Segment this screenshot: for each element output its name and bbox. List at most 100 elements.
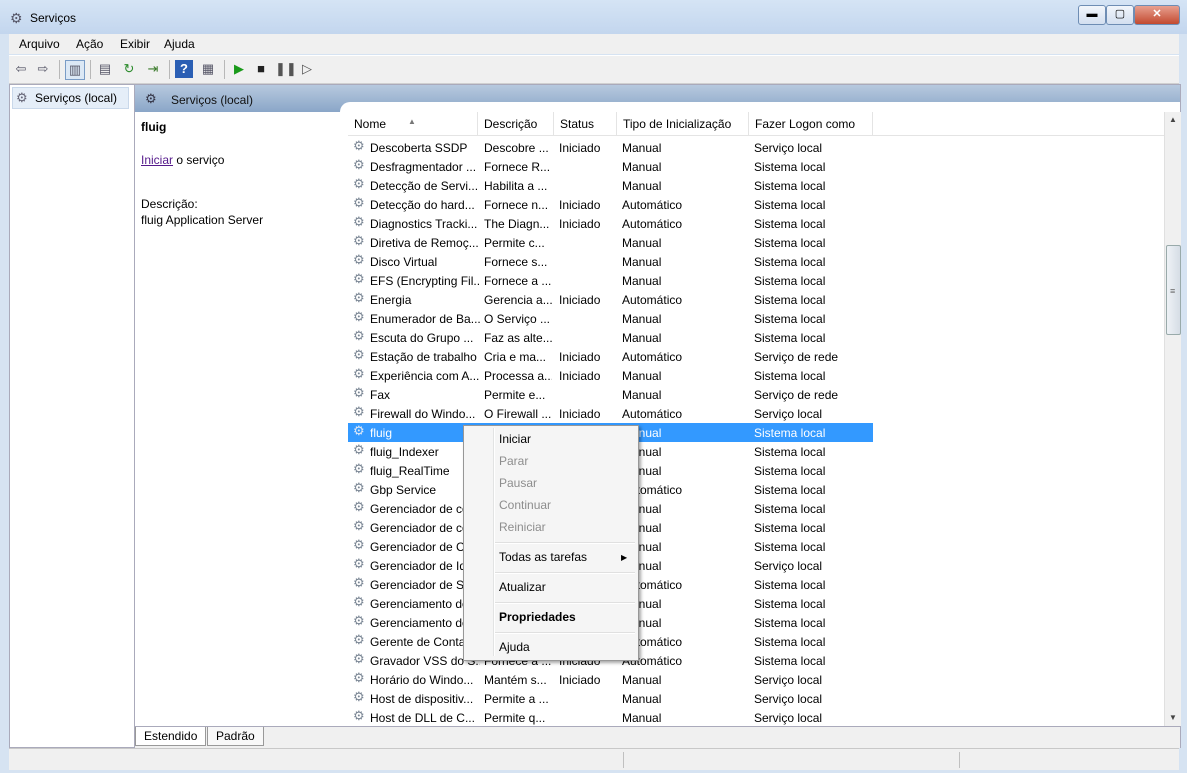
toolbar-separator bbox=[169, 60, 170, 79]
service-row[interactable]: ⚙ Enumerador de Ba... O Serviço ... Manual S… bbox=[348, 309, 873, 328]
context-all-tasks[interactable]: Todas as tarefas bbox=[499, 547, 587, 567]
context-refresh[interactable]: Atualizar bbox=[499, 577, 546, 597]
service-row[interactable]: ⚙ Desfragmentador ... Fornece R... Manual Si… bbox=[348, 157, 873, 176]
console-view-icon[interactable]: ▦ bbox=[199, 60, 217, 78]
service-startup-type: Automático bbox=[622, 578, 683, 592]
show-hide-console-tree-icon[interactable]: ▥ bbox=[65, 60, 85, 80]
service-logon: Sistema local bbox=[754, 236, 826, 250]
service-logon: Sistema local bbox=[754, 597, 826, 611]
service-name: Fax bbox=[370, 388, 391, 402]
service-row[interactable]: ⚙ EFS (Encrypting Fil... Fornece a ... Manu… bbox=[348, 271, 873, 290]
context-stop: Parar bbox=[499, 454, 529, 468]
service-gear-icon: ⚙ bbox=[353, 176, 365, 191]
service-logon: Serviço local bbox=[754, 407, 823, 421]
service-row[interactable]: ⚙ Firewall do Windo... O Firewall ... Inici… bbox=[348, 404, 873, 423]
service-gear-icon: ⚙ bbox=[353, 233, 365, 248]
refresh-icon[interactable]: ↻ bbox=[120, 60, 138, 78]
service-description: Processa a... bbox=[484, 369, 552, 383]
service-name: Energia bbox=[370, 293, 412, 307]
services-gear-icon: ⚙ bbox=[145, 91, 157, 106]
service-logon: Sistema local bbox=[754, 540, 826, 554]
service-description: Gerencia a... bbox=[484, 293, 552, 307]
service-logon: Serviço local bbox=[754, 559, 823, 573]
service-startup-type: Automático bbox=[622, 293, 683, 307]
service-name: Host de dispositiv... bbox=[370, 692, 474, 706]
service-gear-icon: ⚙ bbox=[353, 404, 365, 419]
service-gear-icon: ⚙ bbox=[353, 708, 365, 723]
column-header-logon[interactable]: Fazer Logon como bbox=[749, 112, 873, 135]
service-row[interactable]: ⚙ Host de DLL de C... Permite q... Manual Se… bbox=[348, 708, 873, 726]
service-row[interactable]: ⚙ Descoberta SSDP Descobre ... Iniciado Manu… bbox=[348, 138, 873, 157]
maximize-button[interactable]: ▢ bbox=[1106, 5, 1134, 25]
menu-arquivo[interactable]: Arquivo bbox=[19, 37, 60, 51]
service-row[interactable]: ⚙ Experiência com A... Processa a... Inicia… bbox=[348, 366, 873, 385]
context-pause: Pausar bbox=[499, 476, 538, 490]
service-startup-type: Manual bbox=[622, 711, 662, 725]
minimize-button[interactable]: ▬ bbox=[1078, 5, 1106, 25]
column-header-descricao[interactable]: Descrição bbox=[478, 112, 554, 135]
context-help[interactable]: Ajuda bbox=[499, 637, 530, 657]
service-name: Disco Virtual bbox=[370, 255, 438, 269]
properties-sheet-icon[interactable]: ▤ bbox=[96, 60, 114, 78]
service-logon: Sistema local bbox=[754, 160, 826, 174]
menu-acao[interactable]: Ação bbox=[76, 37, 103, 51]
service-row[interactable]: ⚙ Escuta do Grupo ... Faz as alte... Manual… bbox=[348, 328, 873, 347]
window-title: Serviços bbox=[30, 11, 77, 25]
start-service-suffix: o serviço bbox=[173, 153, 225, 167]
export-list-icon[interactable]: ⇥ bbox=[144, 60, 162, 78]
menu-exibir[interactable]: Exibir bbox=[120, 37, 150, 51]
service-startup-type: Automático bbox=[622, 635, 683, 649]
context-start[interactable]: Iniciar bbox=[499, 429, 531, 449]
menu-separator bbox=[495, 632, 635, 634]
service-row[interactable]: ⚙ Diagnostics Tracki... The Diagn... Inicia… bbox=[348, 214, 873, 233]
service-startup-type: Manual bbox=[622, 312, 662, 326]
tab-padrao[interactable]: Padrão bbox=[207, 727, 264, 746]
restart-service-icon[interactable]: ▷ bbox=[298, 60, 316, 78]
service-row[interactable]: ⚙ Energia Gerencia a... Iniciado Automático S… bbox=[348, 290, 873, 309]
service-gear-icon: ⚙ bbox=[353, 670, 365, 685]
pause-service-icon[interactable]: ❚❚ bbox=[275, 60, 297, 78]
help-icon[interactable]: ? bbox=[175, 60, 193, 78]
service-logon: Sistema local bbox=[754, 331, 826, 345]
back-icon[interactable]: ⇦ bbox=[12, 60, 30, 78]
service-row[interactable]: ⚙ Disco Virtual Fornece s... Manual Sistema … bbox=[348, 252, 873, 271]
tree-item-services-local[interactable]: ⚙ Serviços (local) bbox=[12, 87, 129, 109]
service-row[interactable]: ⚙ Detecção de Servi... Habilita a ... Manua… bbox=[348, 176, 873, 195]
description-text: fluig Application Server bbox=[141, 213, 264, 227]
service-logon: Serviço local bbox=[754, 673, 823, 687]
grip-icon: ≡ bbox=[1170, 286, 1176, 296]
menu-ajuda[interactable]: Ajuda bbox=[164, 37, 195, 51]
service-status: Iniciado bbox=[559, 369, 601, 383]
stop-service-icon[interactable]: ■ bbox=[252, 60, 270, 78]
service-logon: Sistema local bbox=[754, 635, 826, 649]
context-menu: Iniciar Parar Pausar Continuar Reiniciar… bbox=[463, 425, 639, 661]
service-row[interactable]: ⚙ Diretiva de Remoç... Permite c... Manual S… bbox=[348, 233, 873, 252]
start-service-icon[interactable]: ▶ bbox=[230, 60, 248, 78]
service-gear-icon: ⚙ bbox=[353, 594, 365, 609]
scroll-down-icon[interactable]: ▼ bbox=[1165, 710, 1181, 726]
service-name: Desfragmentador ... bbox=[370, 160, 477, 174]
service-row[interactable]: ⚙ Horário do Windo... Mantém s... Iniciado M… bbox=[348, 670, 873, 689]
context-properties[interactable]: Propriedades bbox=[499, 607, 576, 627]
service-row[interactable]: ⚙ Fax Permite e... Manual Serviço de rede bbox=[348, 385, 873, 404]
scroll-up-icon[interactable]: ▲ bbox=[1165, 112, 1181, 128]
service-logon: Serviço de rede bbox=[754, 350, 839, 364]
context-resume: Continuar bbox=[499, 498, 552, 512]
service-description: Cria e ma... bbox=[484, 350, 547, 364]
column-header-tipo[interactable]: Tipo de Inicialização bbox=[617, 112, 749, 135]
scroll-thumb[interactable]: ≡ bbox=[1166, 245, 1181, 335]
status-divider bbox=[623, 752, 624, 768]
vertical-scrollbar[interactable]: ▲ ≡ ▼ bbox=[1164, 112, 1181, 726]
start-service-link[interactable]: Iniciar bbox=[141, 153, 173, 167]
service-gear-icon: ⚙ bbox=[353, 271, 365, 286]
service-row[interactable]: ⚙ Detecção do hard... Fornece n... Iniciado… bbox=[348, 195, 873, 214]
close-button[interactable]: ✕ bbox=[1134, 5, 1180, 25]
forward-icon[interactable]: ⇨ bbox=[34, 60, 52, 78]
service-row[interactable]: ⚙ Host de dispositiv... Permite a ... Manua… bbox=[348, 689, 873, 708]
column-header-status[interactable]: Status bbox=[554, 112, 617, 135]
service-row[interactable]: ⚙ Estação de trabalho Cria e ma... Iniciado… bbox=[348, 347, 873, 366]
tab-estendido[interactable]: Estendido bbox=[135, 727, 207, 746]
column-header-nome[interactable]: ▲ Nome bbox=[348, 112, 478, 135]
service-name: Detecção do hard... bbox=[370, 198, 475, 212]
service-description: Fornece R... bbox=[484, 160, 551, 174]
